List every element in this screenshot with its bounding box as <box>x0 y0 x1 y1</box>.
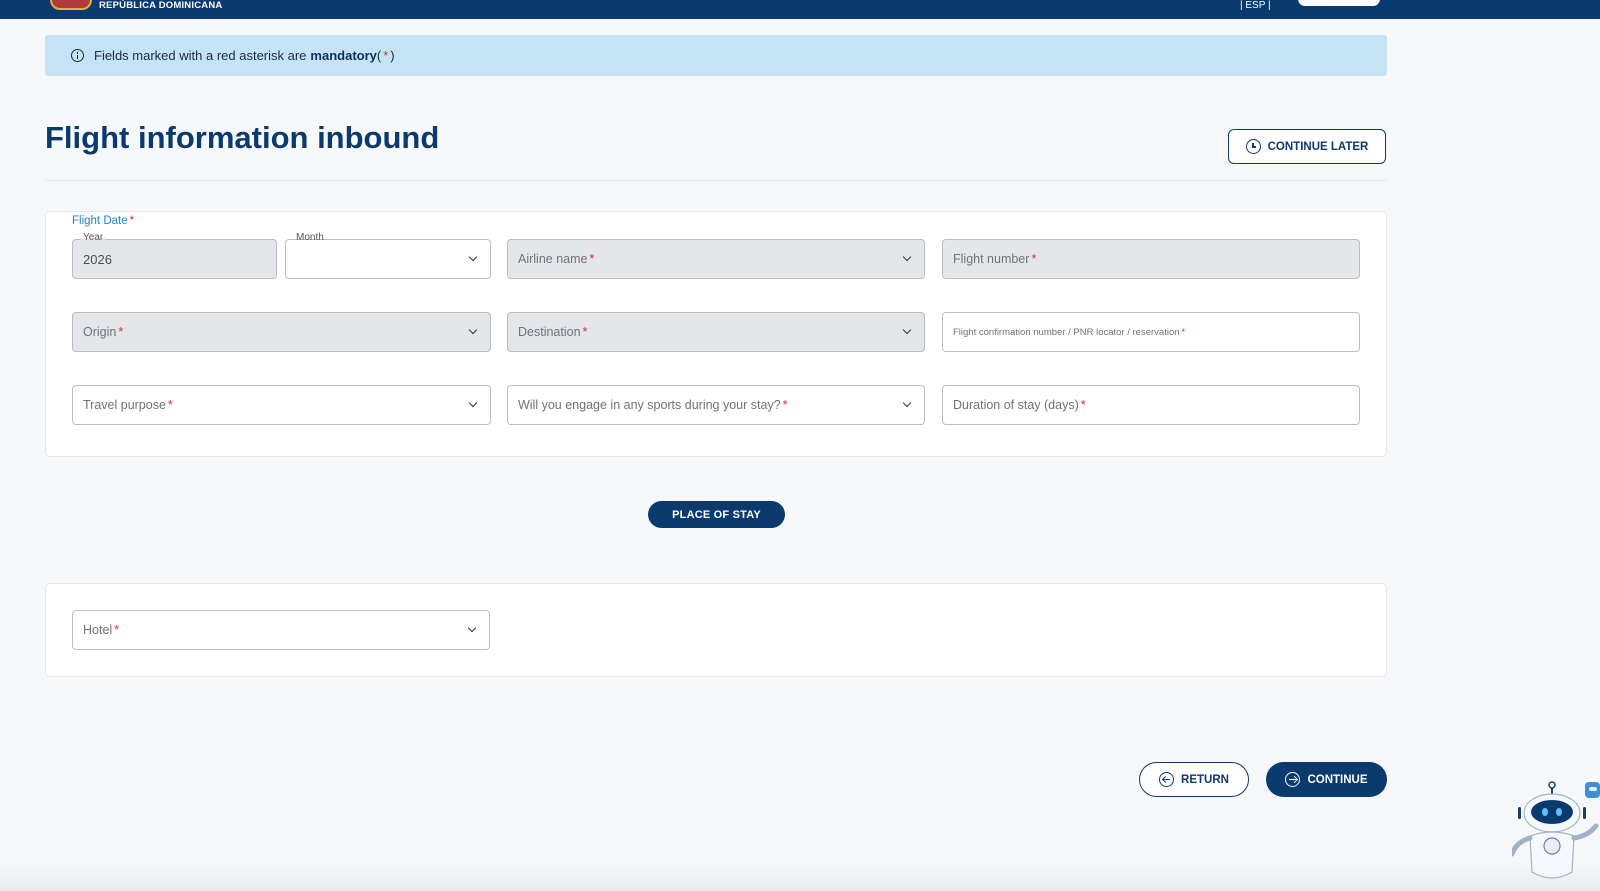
required-asterisk: * <box>118 325 124 339</box>
flight-number-placeholder: Flight number <box>953 252 1030 266</box>
destination-select[interactable]: Destination * <box>507 312 925 352</box>
travel-purpose-select[interactable]: Travel purpose * <box>72 385 491 425</box>
required-asterisk: * <box>167 398 173 412</box>
required-asterisk: * <box>1031 252 1037 266</box>
notice-paren-close: ) <box>390 48 395 63</box>
mandatory-fields-notice: Fields marked with a red asterisk are ma… <box>45 35 1387 76</box>
confirmation-number-field[interactable]: Flight confirmation number / PNR locator… <box>942 312 1360 352</box>
notice-bold-text: mandatory <box>310 48 377 63</box>
flight-number-field[interactable]: Flight number * <box>942 239 1360 279</box>
origin-placeholder: Origin <box>83 325 117 339</box>
duration-of-stay-field[interactable]: Duration of stay (days) * <box>942 385 1360 425</box>
required-asterisk: * <box>582 325 588 339</box>
chevron-down-icon <box>468 252 478 262</box>
chevron-down-icon <box>902 325 912 335</box>
info-icon <box>71 49 84 62</box>
chevron-down-icon <box>902 252 912 262</box>
chevron-down-icon <box>902 398 912 408</box>
year-field[interactable]: Year 2026 <box>72 232 277 279</box>
arrow-left-circle-icon <box>1159 772 1175 787</box>
month-label: Month <box>294 232 326 243</box>
destination-placeholder: Destination <box>518 325 581 339</box>
continue-button[interactable]: CONTINUE <box>1266 762 1387 797</box>
required-asterisk: * <box>1080 398 1086 412</box>
return-button[interactable]: RETURN <box>1139 762 1249 797</box>
chatbot-robot-icon[interactable] <box>1512 780 1600 891</box>
clock-icon <box>1245 139 1261 154</box>
continue-later-label: CONTINUE LATER <box>1267 140 1369 153</box>
sports-placeholder: Will you engage in any sports during you… <box>518 398 781 412</box>
chevron-down-icon <box>468 398 478 408</box>
bottom-shade <box>0 860 1600 891</box>
continue-later-button[interactable]: CONTINUE LATER <box>1228 129 1386 164</box>
hotel-placeholder: Hotel <box>83 623 113 637</box>
airline-select[interactable]: Airline name * <box>507 239 925 279</box>
place-of-stay-section-label: PLACE OF STAY <box>648 501 785 528</box>
brand-text: REPÚBLICA DOMINICANA <box>99 0 223 11</box>
confirmation-placeholder: Flight confirmation number / PNR locator… <box>953 326 1180 338</box>
required-asterisk: * <box>1181 326 1186 338</box>
month-select[interactable]: Month <box>285 232 491 279</box>
year-label: Year <box>81 232 106 243</box>
required-asterisk: * <box>114 623 120 637</box>
flight-date-label-text: Flight Date <box>72 215 128 227</box>
top-header: REPÚBLICA DOMINICANA | ESP | <box>0 0 1600 19</box>
header-pill-button[interactable] <box>1298 0 1380 6</box>
return-label: RETURN <box>1181 773 1229 786</box>
notice-asterisk: * <box>383 48 389 63</box>
coat-of-arms-logo <box>50 0 92 10</box>
required-asterisk: * <box>782 398 788 412</box>
chevron-down-icon <box>467 623 477 633</box>
sports-select[interactable]: Will you engage in any sports during you… <box>507 385 925 425</box>
title-divider <box>45 180 1387 181</box>
travel-purpose-placeholder: Travel purpose <box>83 398 166 412</box>
required-asterisk: * <box>129 215 135 227</box>
duration-placeholder: Duration of stay (days) <box>953 398 1079 412</box>
notice-paren-open: ( <box>376 48 382 63</box>
flight-date-label: Flight Date * <box>72 215 134 227</box>
year-value: 2026 <box>83 251 112 267</box>
airline-placeholder: Airline name <box>518 252 588 266</box>
origin-select[interactable]: Origin * <box>72 312 491 352</box>
hotel-select[interactable]: Hotel * <box>72 610 490 650</box>
language-selector[interactable]: | ESP | <box>1240 0 1271 11</box>
page-title: Flight information inbound <box>45 120 440 155</box>
required-asterisk: * <box>589 252 595 266</box>
arrow-right-circle-icon <box>1285 772 1301 787</box>
chevron-down-icon <box>468 325 478 335</box>
notice-text: Fields marked with a red asterisk are <box>94 48 307 63</box>
continue-label: CONTINUE <box>1307 773 1368 786</box>
